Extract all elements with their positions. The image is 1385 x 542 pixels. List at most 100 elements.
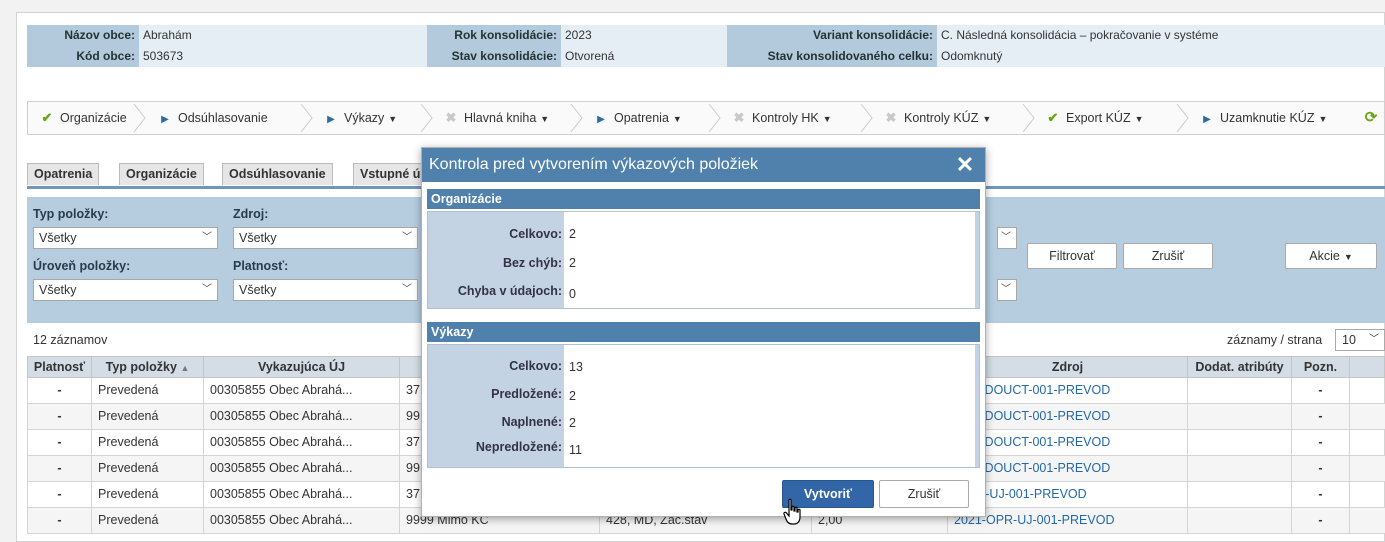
- cancel-button[interactable]: Zrušiť: [879, 480, 969, 508]
- step-kontroly-kuz[interactable]: ✖ Kontroly KÚZ ▼: [876, 102, 992, 134]
- chevron-down-icon: ﹀: [402, 232, 412, 243]
- check-icon: ✔: [1047, 110, 1059, 125]
- cell-pozn: -: [1292, 404, 1350, 429]
- typ-filter-select[interactable]: Všetky ﹀: [33, 227, 218, 249]
- tab-odsuhlasovanie[interactable]: Odsúhlasovanie: [222, 163, 333, 185]
- header-pozn[interactable]: Pozn.: [1292, 357, 1350, 379]
- zdroj-filter-select[interactable]: Všetky ﹀: [233, 227, 418, 249]
- x-icon: ✖: [885, 110, 897, 125]
- header-platnost[interactable]: Platnosť: [28, 357, 92, 379]
- step-label: Organizácie: [60, 111, 127, 125]
- uroven-filter-label: Úroveň položky:: [33, 259, 131, 273]
- organizacie-section-header: Organizácie: [427, 189, 980, 209]
- cell-dodat: [1188, 404, 1292, 429]
- step-label: Výkazy: [344, 111, 385, 125]
- platnost-filter-select[interactable]: Všetky ﹀: [233, 279, 418, 301]
- header-typ-label: Typ položky: [105, 360, 177, 374]
- filter-button[interactable]: Filtrovať: [1027, 243, 1117, 269]
- reset-filter-button[interactable]: Zrušiť: [1123, 243, 1213, 269]
- close-icon[interactable]: ✕: [953, 153, 977, 177]
- kod-obce-value: 503673: [139, 46, 427, 67]
- caret-down-icon: ▼: [1318, 114, 1328, 124]
- vyk-nepredlozene-value: 11: [569, 443, 582, 457]
- step-kontroly-hk[interactable]: ✖ Kontroly HK ▼: [724, 102, 832, 134]
- refresh-icon: ⟳: [1364, 109, 1378, 126]
- refresh-button[interactable]: ⟳: [1356, 102, 1384, 134]
- cell-dodat: [1188, 378, 1292, 403]
- step-separator: [300, 103, 314, 133]
- cell-platnost: -: [28, 404, 92, 429]
- cell-uj: 00305855 Obec Abrahá...: [204, 508, 400, 533]
- cell-platnost: -: [28, 508, 92, 533]
- cell-dodat: [1188, 430, 1292, 455]
- step-separator: [860, 103, 874, 133]
- step-opatrenia[interactable]: ▶ Opatrenia ▼: [586, 102, 682, 134]
- step-odsuhlasovanie[interactable]: ▶ Odsúhlasovanie: [150, 102, 268, 134]
- cell-dodat: [1188, 482, 1292, 507]
- platnost-filter-value: Všetky: [239, 283, 277, 297]
- header-typ[interactable]: Typ položky ▲: [92, 357, 204, 379]
- caret-down-icon: ▼: [1343, 252, 1353, 262]
- organizacie-section: Celkovo: 2 Bez chýb: 2 Chyba v údajoch: …: [427, 211, 980, 309]
- cell-typ: Prevedená: [92, 482, 204, 507]
- cell-uj: 00305855 Obec Abrahá...: [204, 482, 400, 507]
- per-page-select[interactable]: 10 ﹀: [1335, 329, 1385, 351]
- org-bez-chyb-label: Bez chýb:: [502, 256, 562, 270]
- caret-down-icon: ▼: [982, 114, 992, 124]
- actions-button[interactable]: Akcie ▼: [1285, 243, 1377, 269]
- vyk-predlozene-label: Predložené:: [491, 387, 562, 401]
- cell-extra: [1350, 482, 1385, 507]
- cell-extra: [1350, 456, 1385, 481]
- step-label: Odsúhlasovanie: [178, 111, 268, 125]
- cell-extra: [1350, 508, 1385, 533]
- stav-celku-label: Stav konsolidovaného celku:: [727, 46, 937, 67]
- step-hlavna-kniha[interactable]: ✖ Hlavná kniha ▼: [436, 102, 550, 134]
- chevron-down-icon: ﹀: [202, 284, 212, 295]
- caret-down-icon: ▼: [672, 114, 682, 124]
- org-celkovo-value: 2: [569, 227, 576, 241]
- step-label: Hlavná kniha: [464, 111, 537, 125]
- caret-down-icon: ▼: [540, 114, 550, 124]
- chevron-down-icon: ﹀: [402, 284, 412, 295]
- header-dodat-atributy[interactable]: Dodat. atribúty: [1188, 357, 1292, 379]
- step-separator: [570, 103, 584, 133]
- per-page-label: záznamy / strana: [1227, 333, 1323, 347]
- uroven-filter-select[interactable]: Všetky ﹀: [33, 279, 218, 301]
- cell-typ: Prevedená: [92, 456, 204, 481]
- step-organizacie[interactable]: ✔ Organizácie: [32, 102, 127, 134]
- arrow-right-icon: ▶: [161, 114, 169, 125]
- nazov-obce-value: Abrahám: [139, 25, 427, 46]
- chevron-down-icon: ﹀: [1369, 334, 1379, 345]
- vykazy-values-bg: [564, 345, 975, 467]
- arrow-right-icon: ▶: [327, 114, 335, 125]
- tab-organizacie[interactable]: Organizácie: [119, 163, 204, 185]
- step-label: Opatrenia: [614, 111, 669, 125]
- platnost-filter-label: Platnosť:: [233, 259, 289, 273]
- org-chyba-value: 0: [569, 287, 576, 301]
- consolidation-info: Názov obce: Abrahám Kód obce: 503673 Rok…: [27, 25, 1385, 69]
- chevron-down-icon: ﹀: [1001, 284, 1011, 295]
- tab-opatrenia[interactable]: Opatrenia: [27, 163, 100, 185]
- vykazy-section-header: Výkazy: [427, 322, 980, 342]
- step-separator: [133, 103, 147, 133]
- vyk-celkovo-value: 13: [569, 360, 583, 374]
- step-export-kuz[interactable]: ✔ Export KÚZ ▼: [1038, 102, 1144, 134]
- hidden-filter-select[interactable]: ﹀: [997, 227, 1017, 249]
- header-vykazujuca-uj[interactable]: Vykazujúca ÚJ: [204, 357, 400, 379]
- hidden-filter-select[interactable]: ﹀: [997, 279, 1017, 301]
- chevron-down-icon: ﹀: [1001, 232, 1011, 243]
- per-page-value: 10: [1342, 333, 1356, 347]
- org-celkovo-label: Celkovo:: [509, 227, 562, 241]
- stav-celku-value: Odomknutý: [937, 46, 1385, 67]
- step-separator: [1022, 103, 1036, 133]
- step-vykazy[interactable]: ▶ Výkazy ▼: [316, 102, 397, 134]
- record-count: 12 záznamov: [33, 333, 108, 347]
- dialog-title: Kontrola pred vytvorením výkazových polo…: [422, 148, 985, 182]
- cell-uj: 00305855 Obec Abrahá...: [204, 430, 400, 455]
- uroven-filter-value: Všetky: [39, 283, 77, 297]
- cell-typ: Prevedená: [92, 508, 204, 533]
- org-bez-chyb-value: 2: [569, 256, 576, 270]
- typ-filter-value: Všetky: [39, 231, 77, 245]
- step-uzamknutie-kuz[interactable]: ▶ Uzamknutie KÚZ ▼: [1192, 102, 1327, 134]
- stav-value: Otvorená: [561, 46, 727, 67]
